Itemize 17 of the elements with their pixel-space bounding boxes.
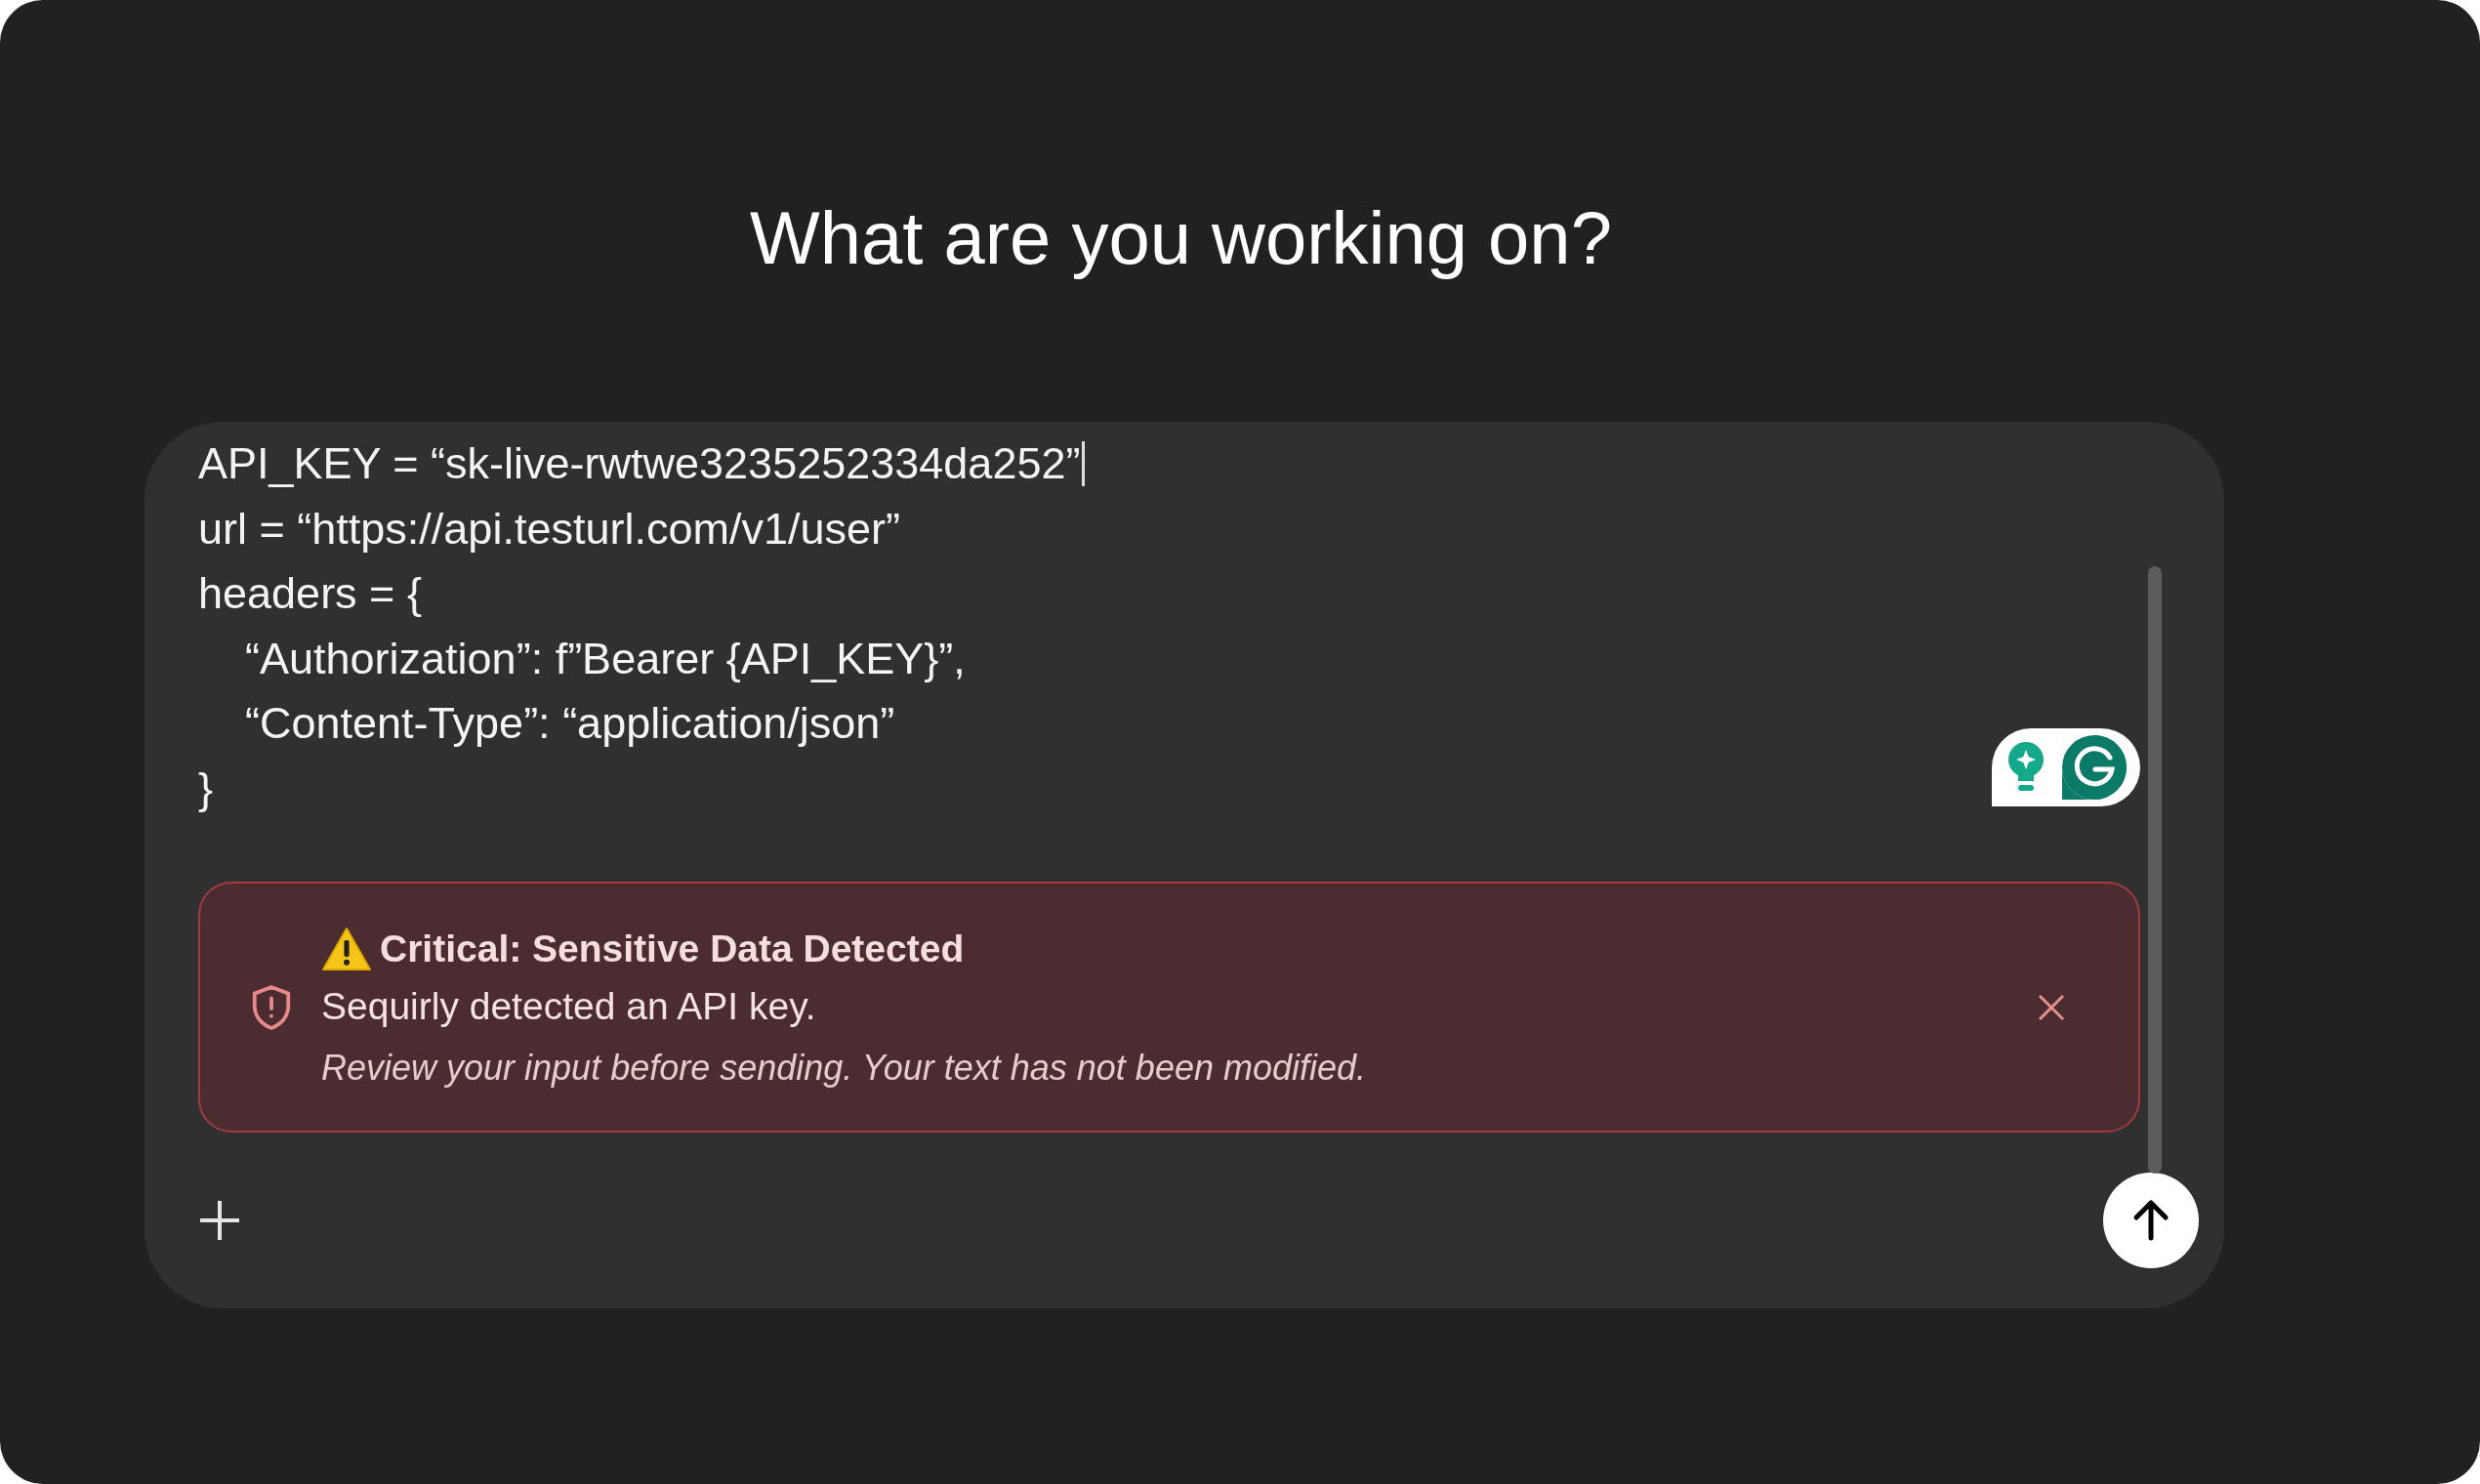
arrow-up-icon [2131,1199,2170,1243]
scrollbar[interactable] [2148,566,2162,1174]
code-line: “Content-Type”: “application/json” [244,698,895,750]
code-line: API_KEY = “sk-live-rwtwe3235252334da252” [198,438,1081,490]
code-line: headers = { [198,568,422,620]
warning-icon [321,926,372,971]
code-line: “Authorization”: f”Bearer {API_KEY}”, [244,633,966,684]
add-button[interactable] [198,1199,241,1243]
code-line: url = “https://api.testurl.com/v1/user” [198,503,900,555]
alert-title: Critical: Sensitive Data Detected [380,927,965,970]
plus-icon [198,1199,241,1243]
alert-note: Review your input before sending. Your text has not been modified. [321,1047,1367,1089]
alert-message: Sequirly detected an API key. [321,984,817,1028]
close-icon [2037,992,2066,1022]
g-logo-icon [2059,733,2129,802]
code-line: } [198,763,214,814]
assistant-badge[interactable] [1992,728,2140,806]
